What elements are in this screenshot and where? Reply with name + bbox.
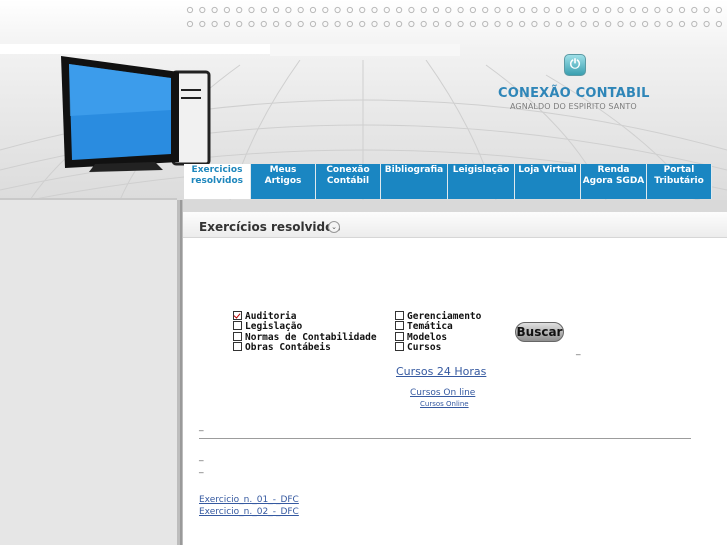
power-icon: ⏻ (569, 57, 581, 72)
chevron-down-icon[interactable]: ⌄ (328, 221, 340, 233)
checkbox-obras[interactable]: Obras Contábeis (233, 342, 331, 353)
checkbox-icon (395, 332, 404, 341)
tab-meus-artigos[interactable]: Meus Artigos (251, 164, 316, 199)
monitor-icon (61, 56, 211, 172)
checkbox-tematica[interactable]: Temática (395, 321, 453, 332)
checkbox-legislacao[interactable]: Legislação (233, 321, 302, 332)
main-content: Exercícios resolvidos ⌄ Auditoria Legisl… (183, 200, 727, 545)
left-panel (0, 200, 177, 545)
checkbox-label: Obras Contábeis (245, 342, 331, 353)
checkbox-icon (395, 311, 404, 320)
site-subtitle: AGNALDO DO ESPIRITO SANTO (510, 102, 637, 111)
checkbox-label: Legislação (245, 321, 303, 332)
tab-renda-agora[interactable]: Renda Agora SGDA (581, 164, 647, 199)
tab-conexao-contabil[interactable]: Conexão Contábil (316, 164, 381, 199)
power-button[interactable]: ⏻ (564, 54, 586, 76)
divider (199, 438, 691, 439)
tab-legislacao[interactable]: Leigislação (448, 164, 515, 199)
checkbox-icon (395, 342, 404, 351)
file-link-exercicio-02[interactable]: Exercicio_n._02_-_DFC (199, 507, 299, 517)
checkbox-icon (233, 342, 242, 351)
checkbox-cursos[interactable]: Cursos (395, 342, 441, 353)
link-cursos-online-small[interactable]: Cursos Online (420, 400, 469, 408)
column-separator-line (180, 200, 182, 545)
tab-portal-tributario[interactable]: Portal Tributário (647, 164, 712, 199)
link-cursos-24-horas[interactable]: Cursos 24 Horas (396, 365, 486, 378)
checkbox-label: Temática (407, 321, 453, 332)
section-title: Exercícios resolvidos (199, 220, 341, 234)
file-link-exercicio-01[interactable]: Exercicio_n._01_-_DFC (199, 495, 299, 505)
tab-bibliografia[interactable]: Bibliografia (381, 164, 448, 199)
checkbox-label: Cursos (407, 342, 442, 353)
section-header: Exercícios resolvidos ⌄ (183, 212, 727, 238)
site-title: CONEXÃO CONTABIL (498, 86, 650, 101)
header-strip-2 (270, 44, 460, 56)
trailing-dash: _ (576, 346, 581, 356)
checkbox-icon (395, 321, 404, 330)
search-button[interactable]: Buscar (515, 322, 564, 342)
link-cursos-on-line[interactable]: Cursos On line (410, 388, 475, 398)
content-topbar (183, 200, 727, 212)
separator-dash: _ (199, 464, 204, 474)
tab-loja-virtual[interactable]: Loja Virtual (515, 164, 581, 199)
dots-decoration (186, 6, 723, 28)
separator-dash: _ (199, 452, 204, 462)
checkbox-icon (233, 321, 242, 330)
separator-dash: _ (199, 422, 204, 432)
tab-exercicios-resolvidos[interactable]: Exercicios resolvidos (184, 164, 251, 199)
checkbox-icon (233, 332, 242, 341)
checkbox-icon (233, 311, 242, 320)
